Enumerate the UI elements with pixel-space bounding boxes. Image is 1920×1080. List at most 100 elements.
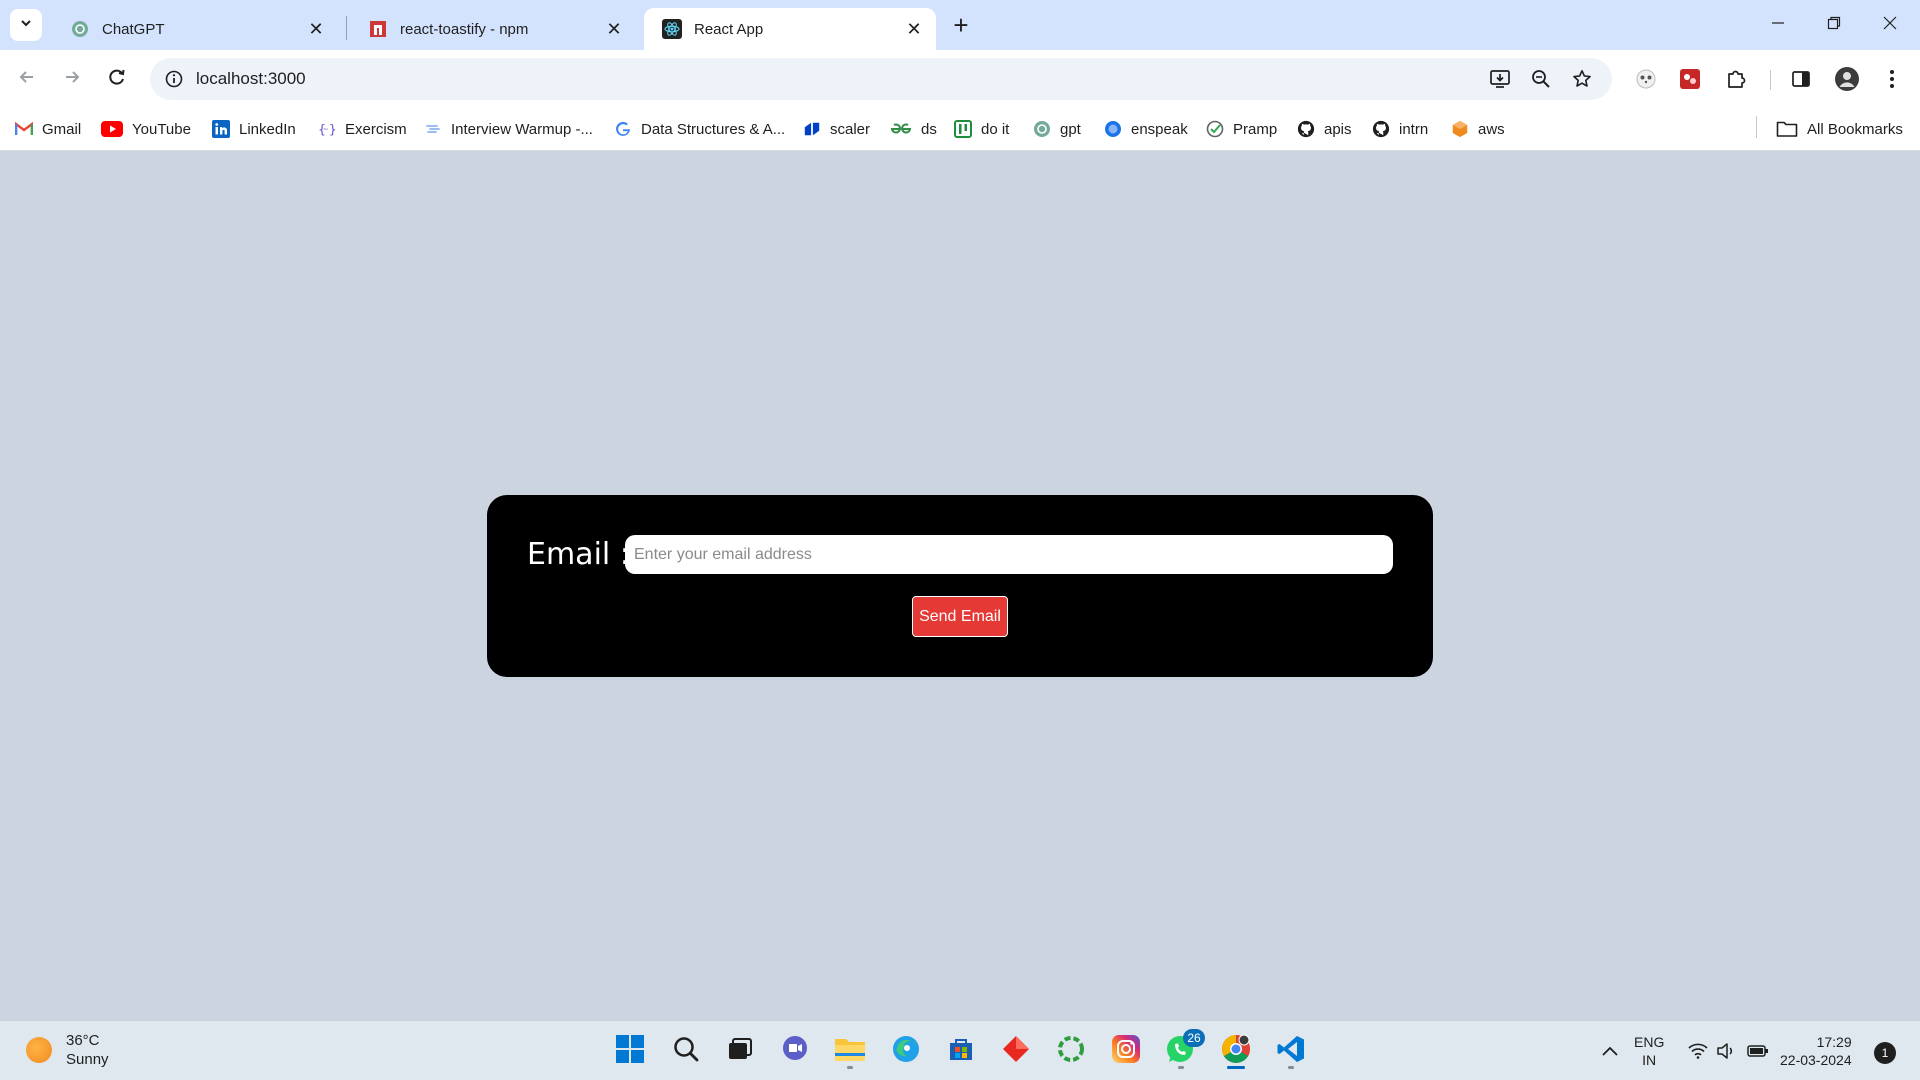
extension-red-icon[interactable] — [1675, 64, 1705, 94]
start-button[interactable] — [610, 1031, 650, 1071]
bookmark-label: intrn — [1399, 120, 1429, 138]
gmail-icon — [15, 120, 33, 138]
toolbar-separator — [1770, 70, 1771, 90]
plus-icon: + — [953, 9, 969, 40]
taskbar-search-button[interactable] — [666, 1031, 706, 1071]
new-tab-button[interactable]: + — [946, 10, 976, 40]
enspeak-icon — [1104, 120, 1122, 138]
bookmark-intrn[interactable]: intrn — [1372, 117, 1428, 141]
tab-react-app[interactable]: React App ✕ — [644, 8, 936, 50]
bookmark-label: do it — [981, 120, 1010, 138]
bookmark-label: enspeak — [1131, 120, 1188, 138]
svg-text:~: ~ — [323, 125, 329, 134]
store-icon — [947, 1035, 975, 1068]
profile-avatar[interactable] — [1832, 64, 1862, 94]
site-info-icon[interactable] — [162, 67, 186, 91]
bookmark-label: scaler — [830, 120, 871, 138]
bookmark-interview-warmup[interactable]: Interview Warmup -... — [424, 117, 593, 141]
close-icon[interactable]: ✕ — [902, 17, 926, 41]
instagram-icon — [1111, 1034, 1141, 1069]
instagram-button[interactable] — [1106, 1031, 1146, 1071]
store-button[interactable] — [941, 1031, 981, 1071]
window-close-button[interactable] — [1862, 0, 1918, 48]
forward-button[interactable] — [55, 62, 89, 96]
chrome-button[interactable] — [1216, 1031, 1256, 1071]
file-explorer-button[interactable] — [830, 1031, 870, 1071]
bookmark-label: Pramp — [1233, 120, 1278, 138]
bookmark-label: Gmail — [42, 120, 82, 138]
clock-time: 17:29 — [1816, 1034, 1852, 1050]
bookmark-pramp[interactable]: Pramp — [1206, 117, 1277, 141]
chevron-up-icon[interactable] — [1596, 1037, 1624, 1065]
whatsapp-button[interactable]: 26 — [1161, 1029, 1205, 1071]
running-indicator — [847, 1066, 853, 1069]
bookmark-label: YouTube — [132, 120, 191, 138]
bookmark-youtube[interactable]: YouTube — [101, 117, 191, 141]
edge-button[interactable] — [886, 1031, 926, 1071]
bookmark-exercism[interactable]: {}~ Exercism — [318, 117, 407, 141]
bookmark-linkedin[interactable]: LinkedIn — [212, 117, 296, 141]
address-bar[interactable]: localhost:3000 — [150, 58, 1612, 100]
bookmark-gpt[interactable]: gpt — [1033, 117, 1081, 141]
minimize-icon — [1771, 14, 1785, 35]
windows-taskbar: 36°C Sunny 26 ENG IN 17:29 22-03-2024 1 — [0, 1020, 1920, 1080]
teams-chat-button[interactable] — [775, 1031, 815, 1071]
youtube-icon — [101, 120, 123, 138]
tab-react-toastify[interactable]: react-toastify - npm ✕ — [350, 8, 636, 50]
notification-badge[interactable]: 1 — [1874, 1042, 1896, 1064]
bookmark-gmail[interactable]: Gmail — [15, 117, 81, 141]
language-indicator[interactable]: ENG IN — [1634, 1033, 1664, 1069]
bookmark-label: All Bookmarks — [1807, 120, 1903, 138]
wifi-icon[interactable] — [1684, 1037, 1712, 1065]
vscode-button[interactable] — [1271, 1031, 1311, 1071]
chatgpt-icon — [1033, 120, 1051, 138]
close-icon[interactable]: ✕ — [602, 17, 626, 41]
back-button[interactable] — [10, 62, 44, 96]
bookmark-ds[interactable]: ds — [890, 117, 937, 141]
chrome-icon — [1220, 1033, 1252, 1070]
task-view-button[interactable] — [720, 1031, 760, 1071]
bookmarks-bar: Gmail YouTube LinkedIn {}~ Exercism Inte… — [0, 108, 1920, 151]
bookmark-aws[interactable]: aws — [1451, 117, 1505, 141]
battery-icon[interactable] — [1744, 1037, 1772, 1065]
bookmark-label: Interview Warmup -... — [451, 120, 593, 138]
task-view-icon — [726, 1035, 754, 1068]
language-line2: IN — [1642, 1052, 1657, 1068]
vscode-icon — [1276, 1034, 1306, 1069]
restore-button[interactable] — [1806, 0, 1862, 48]
volume-icon[interactable] — [1712, 1037, 1740, 1065]
close-icon[interactable]: ✕ — [304, 17, 328, 41]
clock[interactable]: 17:29 22-03-2024 — [1780, 1033, 1852, 1069]
bookmark-label: Exercism — [345, 120, 407, 138]
chat-icon — [780, 1034, 810, 1069]
bookmark-enspeak[interactable]: enspeak — [1104, 117, 1188, 141]
bookmark-star-icon[interactable] — [1570, 67, 1594, 91]
weather-widget[interactable]: 36°C Sunny — [26, 1031, 109, 1069]
bookmark-apis[interactable]: apis — [1297, 117, 1352, 141]
bookmark-do-it[interactable]: do it — [954, 117, 1009, 141]
send-email-button[interactable]: Send Email — [912, 596, 1008, 637]
install-app-icon[interactable] — [1488, 67, 1512, 91]
sun-icon — [26, 1037, 52, 1063]
more-menu-icon[interactable] — [1877, 64, 1907, 94]
tab-chatgpt[interactable]: ChatGPT ✕ — [52, 8, 338, 50]
bookmark-scaler[interactable]: scaler — [803, 117, 870, 141]
gfg-icon — [890, 120, 912, 138]
reload-button[interactable] — [100, 62, 134, 96]
email-input[interactable] — [625, 535, 1393, 574]
linkedin-icon — [212, 120, 230, 138]
green-app-button[interactable] — [1051, 1031, 1091, 1071]
tab-search-button[interactable] — [10, 9, 42, 41]
aws-icon — [1451, 120, 1469, 138]
tab-title: React App — [694, 20, 764, 38]
red-app-button[interactable] — [996, 1031, 1036, 1071]
side-panel-icon[interactable] — [1786, 64, 1816, 94]
bookmark-data-structures[interactable]: Data Structures & A... — [614, 117, 785, 141]
scaler-icon — [803, 120, 821, 138]
zoom-icon[interactable] — [1529, 67, 1553, 91]
minimize-button[interactable] — [1750, 0, 1806, 48]
all-bookmarks-button[interactable]: All Bookmarks — [1776, 117, 1903, 141]
npm-icon — [368, 19, 388, 39]
extensions-puzzle-icon[interactable] — [1721, 64, 1751, 94]
extension-panda-icon[interactable] — [1631, 64, 1661, 94]
